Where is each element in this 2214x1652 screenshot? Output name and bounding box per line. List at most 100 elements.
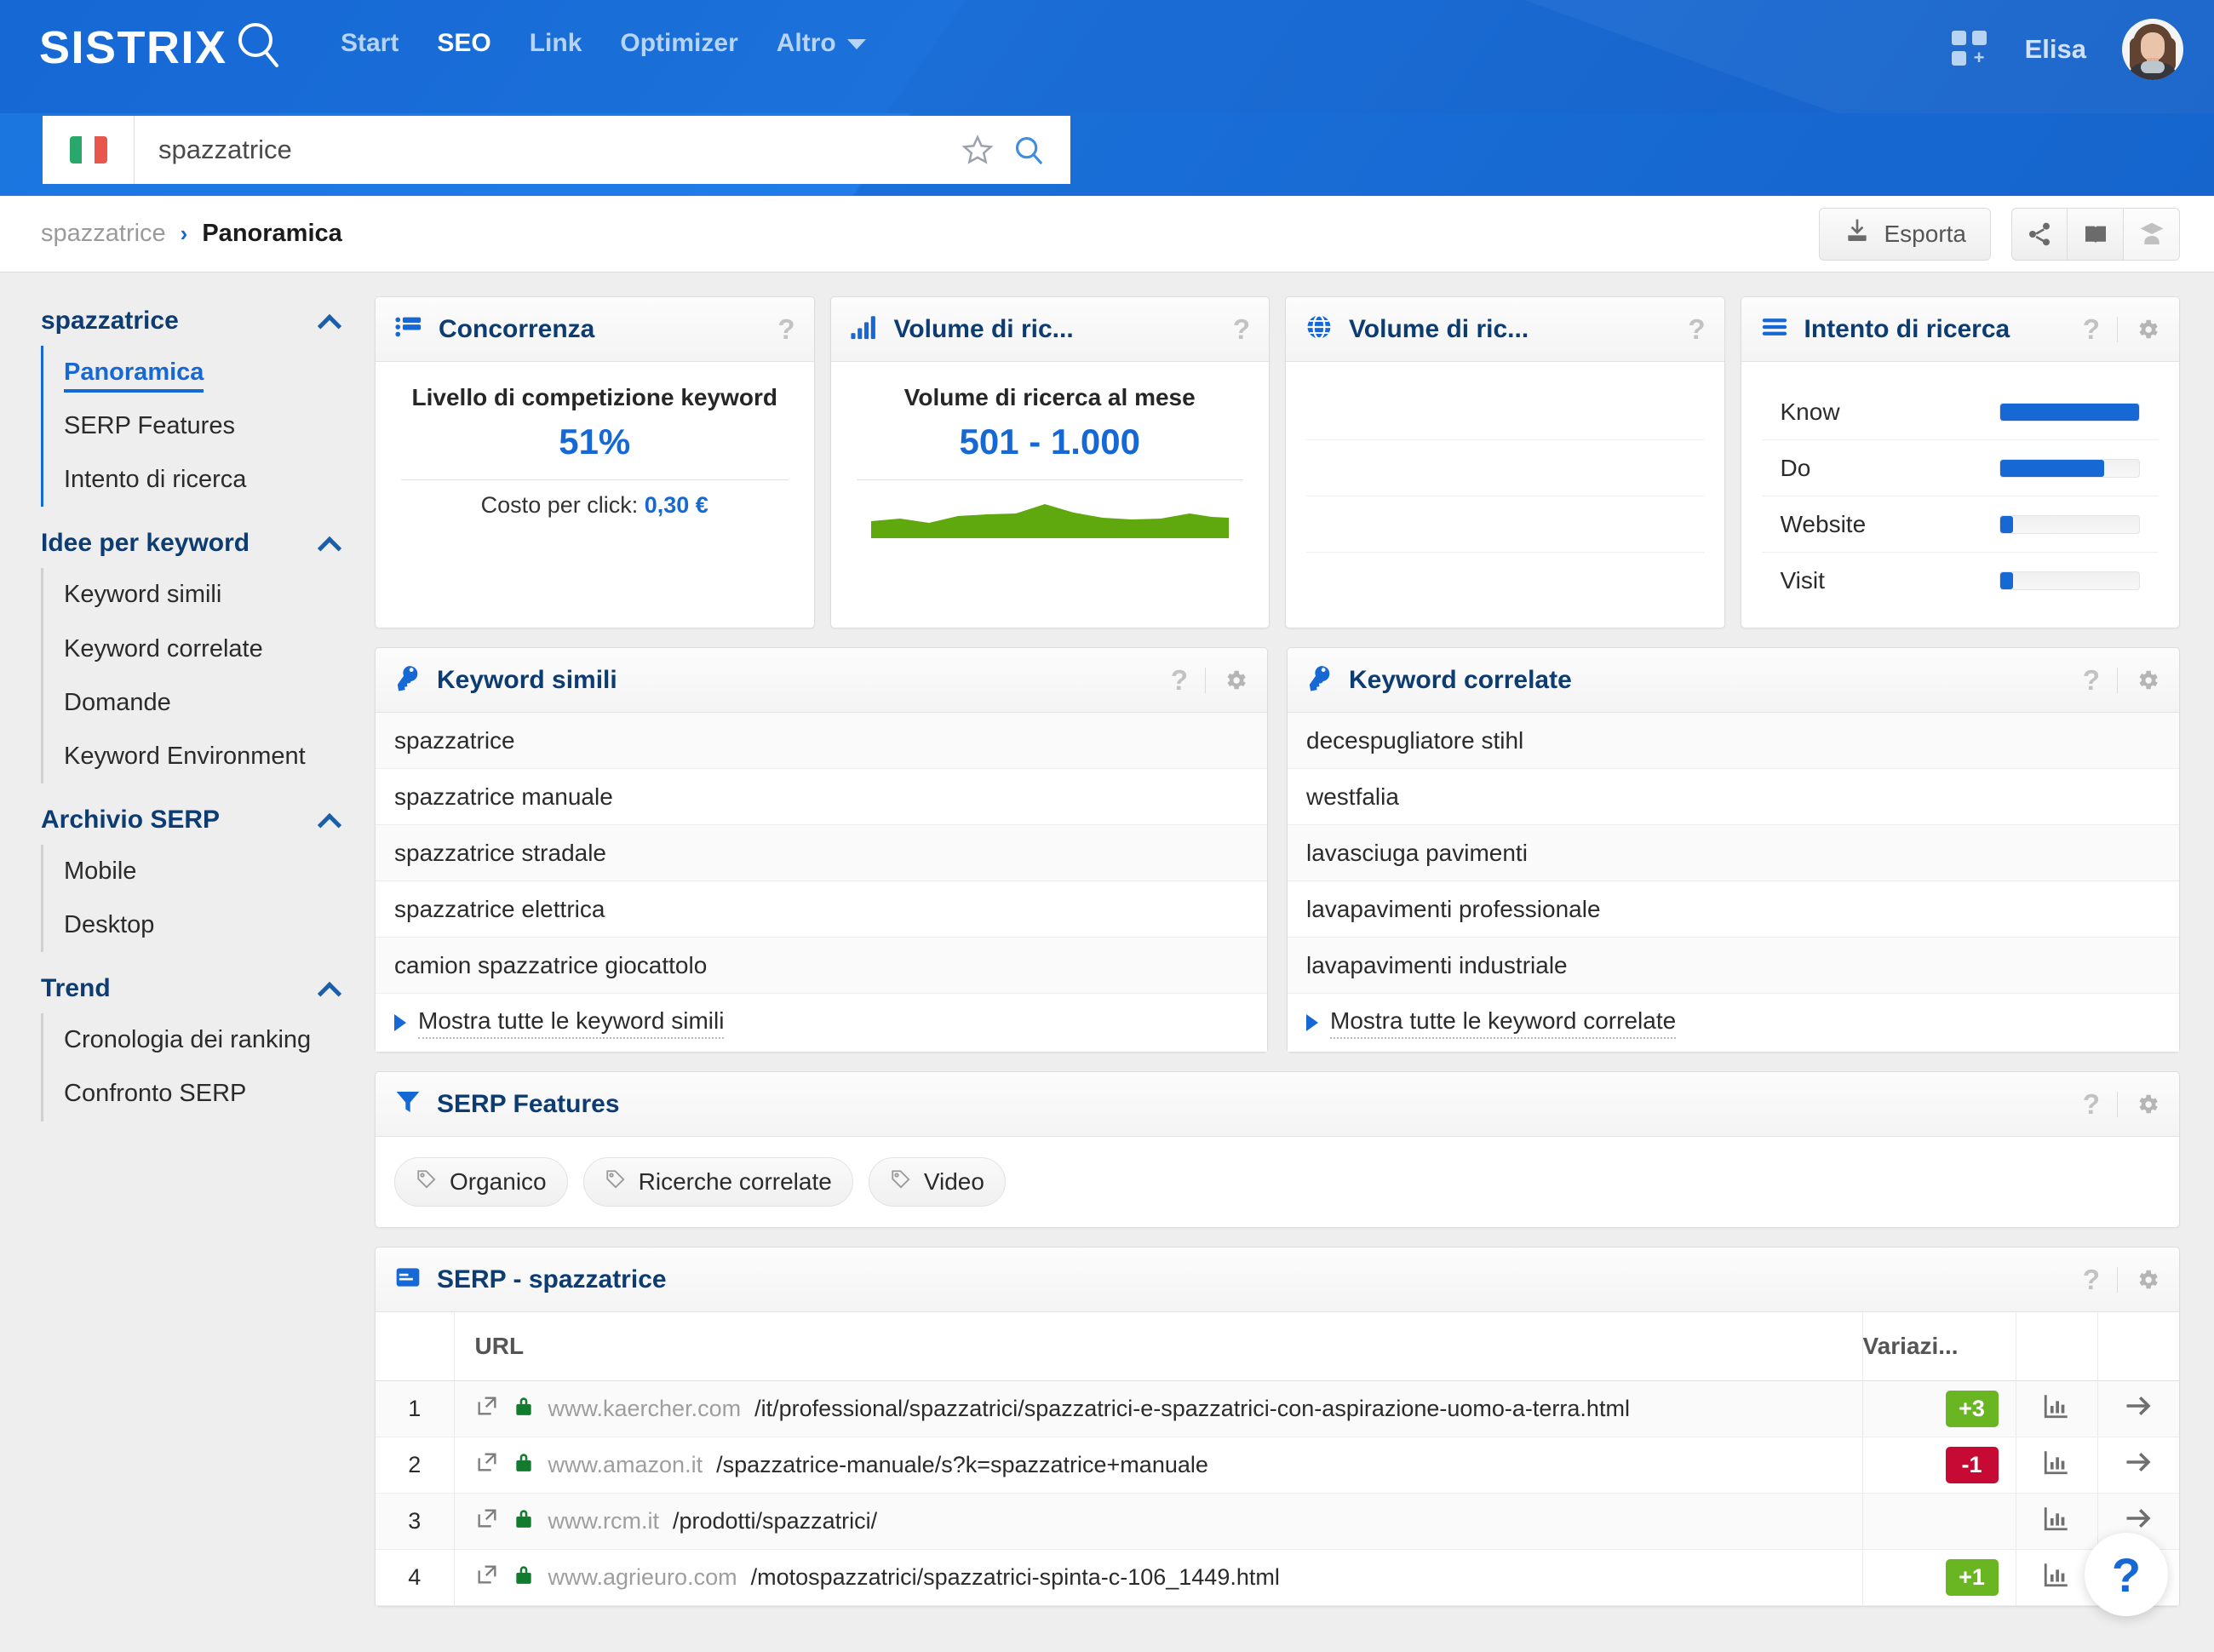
serp-feature-chips: Organico Ricerche correlate Video: [376, 1137, 2179, 1227]
sidebar-item-desktop[interactable]: Desktop: [43, 898, 375, 952]
favorite-star-icon[interactable]: [961, 134, 994, 166]
sidebar-item-cronologia-dei-ranking[interactable]: Cronologia dei ranking: [43, 1013, 375, 1067]
table-row[interactable]: 4 www.agrieuro.com /motospazzatrici/spaz…: [376, 1549, 2179, 1606]
sidebar-group-header[interactable]: spazzatrice: [41, 296, 375, 346]
row-chart-button[interactable]: [2015, 1493, 2097, 1550]
sidebar-item-intento-di-ricerca[interactable]: Intento di ricerca: [43, 453, 375, 507]
status-badge: +3: [1945, 1391, 1999, 1427]
chip-organico[interactable]: Organico: [394, 1157, 568, 1207]
external-link-icon[interactable]: [475, 1506, 499, 1536]
documentation-button[interactable]: [2068, 207, 2124, 261]
sidebar-item-keyword-environment[interactable]: Keyword Environment: [43, 730, 375, 783]
chip-label: Ricerche correlate: [638, 1168, 832, 1195]
table-row[interactable]: 2 www.amazon.it /spazzatrice-manuale/s?k…: [376, 1437, 2179, 1494]
sidebar-item-keyword-simili[interactable]: Keyword simili: [43, 568, 375, 622]
nav-item-link[interactable]: Link: [530, 31, 582, 56]
chevron-up-icon[interactable]: [318, 536, 341, 550]
help-fab-button[interactable]: ?: [2085, 1533, 2168, 1616]
sidebar-item-panoramica[interactable]: Panoramica: [43, 346, 375, 399]
external-link-icon[interactable]: [475, 1450, 499, 1480]
intent-progress-track: [1999, 514, 2140, 534]
sidebar-group-header[interactable]: Archivio SERP: [41, 795, 375, 845]
export-button[interactable]: Esporta: [1818, 207, 1991, 261]
show-all-similar-keywords-link[interactable]: Mostra tutte le keyword simili: [376, 994, 1267, 1052]
card-title: Concorrenza: [439, 314, 595, 343]
help-icon[interactable]: ?: [777, 315, 794, 343]
list-item[interactable]: westfalia: [1288, 769, 2179, 825]
help-icon[interactable]: ?: [2083, 315, 2100, 343]
intent-progress-track: [1999, 458, 2140, 478]
list-item[interactable]: spazzatrice manuale: [376, 769, 1267, 825]
row-open-button[interactable]: [2096, 1437, 2179, 1494]
gear-icon[interactable]: [2135, 1092, 2160, 1117]
help-icon[interactable]: ?: [2083, 1265, 2100, 1293]
row-path: /prodotti/spazzatrici/: [673, 1508, 878, 1534]
show-all-related-keywords-link[interactable]: Mostra tutte le keyword correlate: [1288, 994, 2179, 1052]
table-body: 1 www.kaercher.com /it/professional/spaz…: [376, 1380, 2179, 1606]
search-input[interactable]: [135, 135, 961, 165]
row-url[interactable]: www.agrieuro.com/motospazzatrici/spazzat…: [454, 1549, 1862, 1606]
sidebar-item-serp-features[interactable]: SERP Features: [43, 399, 375, 453]
sidebar-item-confronto-serp[interactable]: Confronto SERP: [43, 1067, 375, 1121]
row-path: /it/professional/spazzatrici/spazzatrici…: [754, 1396, 1630, 1421]
row-chart-button[interactable]: [2015, 1437, 2097, 1494]
chip-ricerche-correlate[interactable]: Ricerche correlate: [582, 1157, 853, 1207]
avatar[interactable]: [2122, 19, 2183, 80]
help-icon[interactable]: ?: [1233, 315, 1250, 343]
gear-icon[interactable]: [2135, 668, 2160, 693]
nav-item-start[interactable]: Start: [341, 31, 399, 56]
card-actions: ?: [777, 315, 794, 343]
academy-button[interactable]: [2124, 207, 2180, 261]
intent-row-website: Website: [1761, 496, 2159, 553]
nav-item-altro[interactable]: Altro: [777, 31, 866, 56]
row-url[interactable]: www.amazon.it/spazzatrice-manuale/s?k=sp…: [454, 1437, 1862, 1494]
list-item[interactable]: lavapavimenti professionale: [1288, 881, 2179, 938]
list-item[interactable]: lavapavimenti industriale: [1288, 938, 2179, 994]
serp-browser-icon: [394, 1264, 422, 1295]
gear-icon[interactable]: [2135, 317, 2160, 342]
sidebar-item-mobile[interactable]: Mobile: [43, 845, 375, 898]
help-icon[interactable]: ?: [2083, 1090, 2100, 1118]
sidebar-group-title: Idee per keyword: [41, 529, 250, 558]
list-item[interactable]: camion spazzatrice giocattolo: [376, 938, 1267, 994]
sidebar-group-header[interactable]: Idee per keyword: [41, 519, 375, 568]
chevron-up-icon[interactable]: [318, 314, 341, 328]
table-row[interactable]: 1 www.kaercher.com /it/professional/spaz…: [376, 1380, 2179, 1437]
tag-icon: [416, 1168, 438, 1196]
row-url[interactable]: www.kaercher.com/it/professional/spazzat…: [454, 1380, 1862, 1437]
user-name[interactable]: Elisa: [2025, 34, 2086, 65]
row-open-button[interactable]: [2096, 1380, 2179, 1437]
sistrix-logo[interactable]: SISTRIX: [39, 19, 285, 76]
sidebar-item-keyword-correlate[interactable]: Keyword correlate: [43, 622, 375, 676]
help-icon[interactable]: ?: [2083, 666, 2100, 694]
row-chart-button[interactable]: [2015, 1380, 2097, 1437]
chip-video[interactable]: Video: [868, 1157, 1006, 1207]
help-icon[interactable]: ?: [1171, 666, 1188, 694]
share-button[interactable]: [2011, 207, 2068, 261]
list-item[interactable]: spazzatrice stradale: [376, 825, 1267, 881]
divider: [2117, 1091, 2118, 1117]
sidebar-group-header[interactable]: Trend: [41, 964, 375, 1013]
external-link-icon[interactable]: [475, 1394, 499, 1424]
help-icon[interactable]: ?: [1688, 315, 1705, 343]
external-link-icon[interactable]: [475, 1563, 499, 1592]
sidebar-item-domande[interactable]: Domande: [43, 676, 375, 730]
gear-icon[interactable]: [2135, 1267, 2160, 1293]
chevron-up-icon[interactable]: [318, 982, 341, 995]
list-item[interactable]: lavasciuga pavimenti: [1288, 825, 2179, 881]
search-submit-icon[interactable]: [1012, 134, 1045, 166]
card-title: SERP - spazzatrice: [437, 1265, 667, 1293]
breadcrumb-parent[interactable]: spazzatrice: [41, 220, 166, 248]
table-row[interactable]: 3 www.rcm.it /prodotti/spazzatrici/: [376, 1493, 2179, 1550]
row-url[interactable]: www.rcm.it/prodotti/spazzatrici/: [454, 1493, 1862, 1550]
gear-icon[interactable]: [1223, 668, 1248, 693]
list-item[interactable]: decespugliatore stihl: [1288, 713, 2179, 769]
apps-grid-add-icon[interactable]: +: [1951, 31, 1989, 68]
nav-item-optimizer[interactable]: Optimizer: [620, 31, 737, 56]
chevron-up-icon[interactable]: [318, 813, 341, 827]
country-selector[interactable]: [43, 116, 135, 184]
nav-item-seo[interactable]: SEO: [437, 31, 490, 56]
list-item[interactable]: spazzatrice elettrica: [376, 881, 1267, 938]
nav-item-altro-label: Altro: [776, 29, 836, 57]
list-item[interactable]: spazzatrice: [376, 713, 1267, 769]
